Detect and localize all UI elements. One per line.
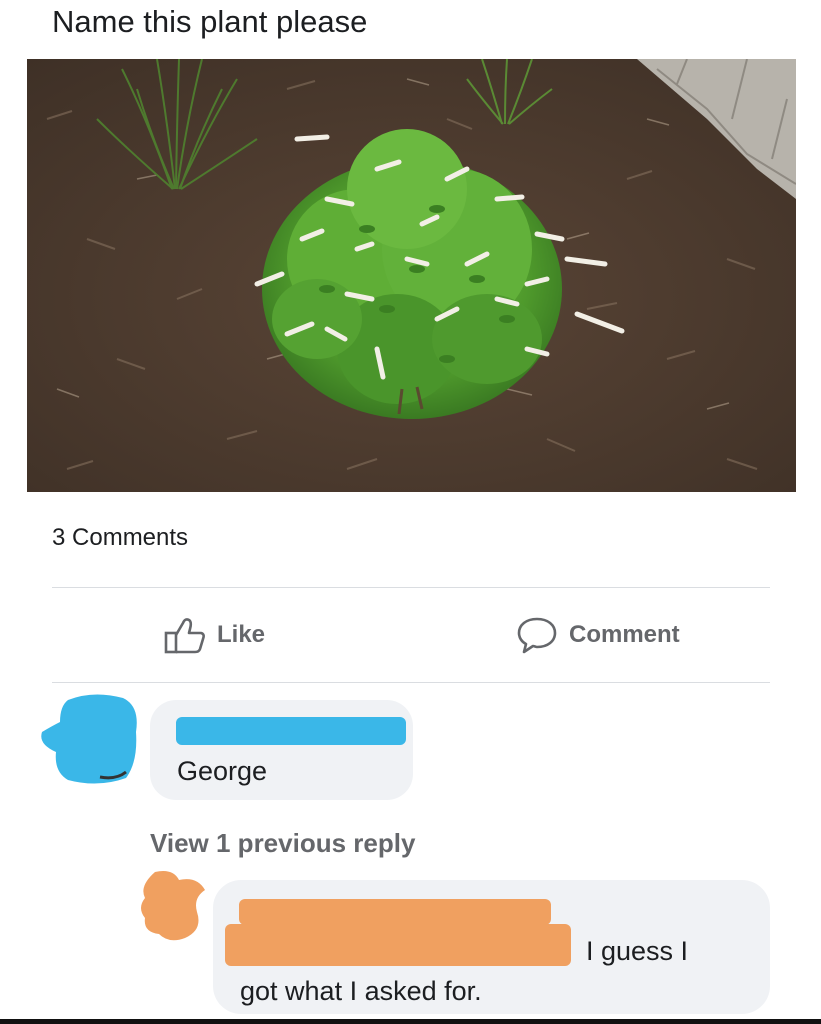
thumbs-up-icon [163, 615, 207, 655]
reply-bubble: I guess I got what I asked for. [213, 880, 770, 1014]
reply-avatar[interactable] [135, 868, 209, 949]
bottom-edge-bar [0, 1019, 821, 1024]
redacted-reply-text [225, 924, 571, 966]
plant-photo-image [27, 59, 796, 492]
view-previous-replies-link[interactable]: View 1 previous reply [150, 828, 415, 859]
redacted-author-name [176, 717, 406, 745]
comment-button[interactable]: Comment [515, 614, 680, 656]
comment-label: Comment [569, 621, 680, 648]
comment-text: George [177, 756, 268, 786]
comment-bubble: George [150, 700, 413, 800]
reply-text-line2: got what I asked for. [240, 976, 482, 1006]
post-photo[interactable] [27, 59, 796, 492]
reply-text-line1: I guess I [586, 936, 689, 966]
avatar[interactable] [38, 692, 140, 789]
redacted-reply-author [239, 899, 551, 925]
like-button[interactable]: Like [163, 614, 265, 656]
comment-count[interactable]: 3 Comments [52, 524, 188, 552]
post-text: Name this plant please [52, 4, 368, 39]
comment-icon [515, 615, 559, 655]
divider-bottom [52, 682, 770, 683]
divider-top [52, 587, 770, 588]
like-label: Like [217, 621, 266, 648]
